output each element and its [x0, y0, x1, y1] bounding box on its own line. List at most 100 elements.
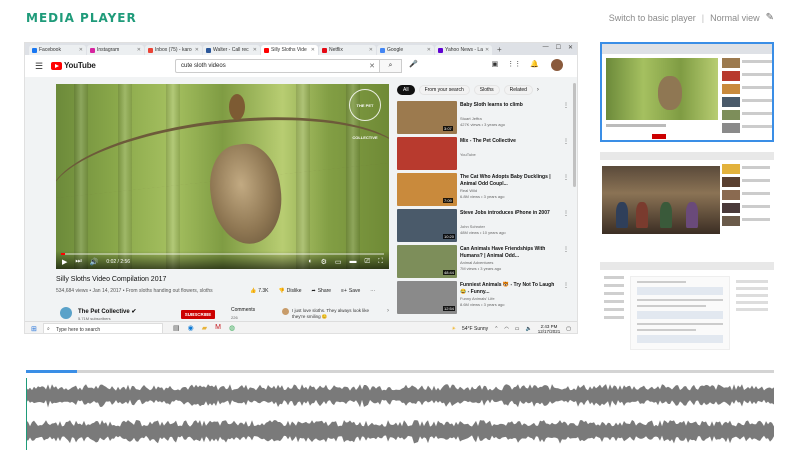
- more-options-icon[interactable]: ⋮: [563, 210, 569, 217]
- fullscreen-icon[interactable]: ⛶: [378, 258, 383, 266]
- play-icon[interactable]: ▶: [62, 258, 67, 266]
- file-explorer-icon[interactable]: ▰: [202, 324, 207, 332]
- chrome-icon[interactable]: ◍: [229, 324, 235, 332]
- miniplayer-icon[interactable]: ▭: [335, 258, 342, 266]
- video-player[interactable]: THE PET COLLECTIVE ▶ ⏭ 🔊 0:02 / 2:56 ◐ ⚙…: [56, 84, 389, 269]
- like-button[interactable]: 👍 7.3K: [250, 288, 269, 294]
- battery-icon[interactable]: ▭: [515, 326, 520, 332]
- volume-icon[interactable]: 🔊: [90, 258, 99, 266]
- tab-close-icon[interactable]: ✕: [253, 47, 257, 53]
- more-options-icon[interactable]: ⋮: [563, 246, 569, 253]
- windows-start-icon[interactable]: ⊞: [31, 325, 37, 333]
- recommended-video[interactable]: Mix - The Pet Collective YouTube ⋮: [397, 137, 569, 173]
- browser-tab[interactable]: Instagram ✕: [87, 45, 144, 55]
- tab-close-icon[interactable]: ✕: [137, 47, 141, 53]
- filter-chip[interactable]: Related: [503, 85, 533, 95]
- taskbar-clock[interactable]: 2:43 PM 12/17/2021: [538, 324, 561, 333]
- chevron-right-icon[interactable]: ›: [537, 85, 539, 95]
- scrollbar[interactable]: [573, 83, 576, 187]
- search-button[interactable]: ⌕: [380, 59, 402, 73]
- timeline[interactable]: [26, 370, 774, 450]
- normal-view-link[interactable]: Normal view: [710, 13, 760, 23]
- playhead[interactable]: [26, 378, 27, 450]
- cast-icon[interactable]: ⎚: [364, 258, 370, 266]
- timeline-track[interactable]: [26, 370, 774, 373]
- browser-tab[interactable]: Yahoo News - La ✕: [435, 45, 492, 55]
- next-icon[interactable]: ⏭: [75, 258, 81, 266]
- volume-icon[interactable]: 🔈: [526, 326, 532, 332]
- recommended-title[interactable]: Baby Sloth learns to climb: [460, 102, 560, 109]
- more-options-icon[interactable]: ⋮: [563, 102, 569, 109]
- notifications-bell-icon[interactable]: 🔔: [530, 60, 539, 68]
- dislike-button[interactable]: 👎 Dislike: [279, 288, 302, 294]
- thumbnail-1[interactable]: [600, 42, 774, 142]
- video-progress-bar[interactable]: [61, 253, 384, 255]
- share-button[interactable]: ➦ Share: [312, 288, 332, 294]
- network-icon[interactable]: ◠: [504, 326, 508, 332]
- recommended-title[interactable]: Mix - The Pet Collective: [460, 138, 560, 145]
- filter-chip[interactable]: Sloths: [473, 85, 500, 95]
- microphone-icon[interactable]: 🎤: [409, 60, 418, 68]
- tab-close-icon[interactable]: ✕: [427, 47, 431, 53]
- task-view-icon[interactable]: ▤: [173, 324, 180, 332]
- browser-tab[interactable]: Walter - Call rec ✕: [203, 45, 260, 55]
- tab-close-icon[interactable]: ✕: [311, 47, 315, 53]
- recommended-video[interactable]: 12:54 Funniest Animals 🐯 - Try Not To Lau…: [397, 281, 569, 317]
- wand-icon[interactable]: ✎: [766, 12, 774, 23]
- channel-name[interactable]: The Pet Collective ✔: [78, 308, 136, 315]
- recommended-title[interactable]: The Cat Who Adopts Baby Ducklings | Anim…: [460, 174, 560, 187]
- recommended-video[interactable]: 7:09 The Cat Who Adopts Baby Ducklings | …: [397, 173, 569, 209]
- maximize-icon[interactable]: ☐: [556, 44, 561, 51]
- edge-icon[interactable]: ◉: [188, 324, 194, 332]
- recommended-title[interactable]: Funniest Animals 🐯 - Try Not To Laugh 😂 …: [460, 282, 560, 295]
- chevron-right-icon[interactable]: ›: [387, 308, 389, 314]
- youtube-search-input[interactable]: cute sloth videos ✕: [175, 59, 380, 73]
- apps-grid-icon[interactable]: ⋮⋮: [507, 60, 521, 68]
- recommended-title[interactable]: Steve Jobs introduces iPhone in 2007: [460, 210, 560, 217]
- taskbar-search-input[interactable]: ⌕ Type here to search: [43, 323, 163, 333]
- weather-text[interactable]: 54°F Sunny: [462, 326, 488, 332]
- filter-chip[interactable]: From your search: [418, 85, 470, 95]
- channel-avatar[interactable]: [60, 307, 72, 319]
- clear-search-icon[interactable]: ✕: [369, 62, 375, 70]
- youtube-logo[interactable]: YouTube: [51, 61, 96, 70]
- hamburger-menu-icon[interactable]: ☰: [35, 61, 43, 72]
- filter-chip[interactable]: All: [397, 85, 415, 95]
- subscribe-button[interactable]: SUBSCRIBE: [181, 310, 215, 319]
- close-icon[interactable]: ✕: [568, 44, 573, 51]
- tab-close-icon[interactable]: ✕: [369, 47, 373, 53]
- browser-tab[interactable]: Inbox (75) - karo ✕: [145, 45, 202, 55]
- browser-tab[interactable]: Silly Sloths Vide ✕: [261, 45, 318, 55]
- browser-tab[interactable]: Netflix ✕: [319, 45, 376, 55]
- recommended-video[interactable]: 3:07 Baby Sloth learns to climb Stuart Jef…: [397, 101, 569, 137]
- comments-label[interactable]: Comments: [231, 307, 255, 313]
- settings-gear-icon[interactable]: ⚙: [321, 258, 327, 266]
- recommended-title[interactable]: Can Animals Have Friendships With Humans…: [460, 246, 560, 259]
- browser-tab[interactable]: Google ✕: [377, 45, 434, 55]
- more-options-icon[interactable]: ⋮: [563, 174, 569, 181]
- theater-mode-icon[interactable]: ▬: [349, 258, 356, 266]
- tab-close-icon[interactable]: ✕: [79, 47, 83, 53]
- minimize-icon[interactable]: —: [543, 44, 549, 51]
- account-avatar[interactable]: [551, 59, 563, 71]
- thumbnail-2[interactable]: [600, 152, 774, 248]
- screen-recording-frame[interactable]: Facebook ✕ Instagram ✕ Inbox (75) - karo ✕ Wal…: [24, 42, 578, 334]
- tab-close-icon[interactable]: ✕: [485, 47, 489, 53]
- mcafee-icon[interactable]: M: [215, 324, 221, 332]
- new-tab-icon[interactable]: +: [493, 45, 506, 55]
- switch-basic-player-link[interactable]: Switch to basic player: [609, 13, 696, 23]
- more-options-icon[interactable]: ⋮: [563, 138, 569, 145]
- recommended-video[interactable]: 48:44 Can Animals Have Friendships With H…: [397, 245, 569, 281]
- notification-icon[interactable]: ▢: [566, 326, 571, 332]
- audio-waveform[interactable]: [26, 378, 774, 450]
- tab-close-icon[interactable]: ✕: [195, 47, 199, 53]
- autoplay-toggle-icon[interactable]: ◐: [308, 258, 312, 266]
- save-button[interactable]: ≡+ Save: [341, 288, 360, 294]
- recommended-thumbnail[interactable]: [397, 137, 457, 170]
- more-actions-icon[interactable]: ⋯: [370, 288, 375, 294]
- create-icon[interactable]: ▣: [492, 60, 499, 68]
- recommended-video[interactable]: 10:20 Steve Jobs introduces iPhone in 200…: [397, 209, 569, 245]
- browser-tab[interactable]: Facebook ✕: [29, 45, 86, 55]
- thumbnail-3[interactable]: [600, 262, 774, 356]
- more-options-icon[interactable]: ⋮: [563, 282, 569, 289]
